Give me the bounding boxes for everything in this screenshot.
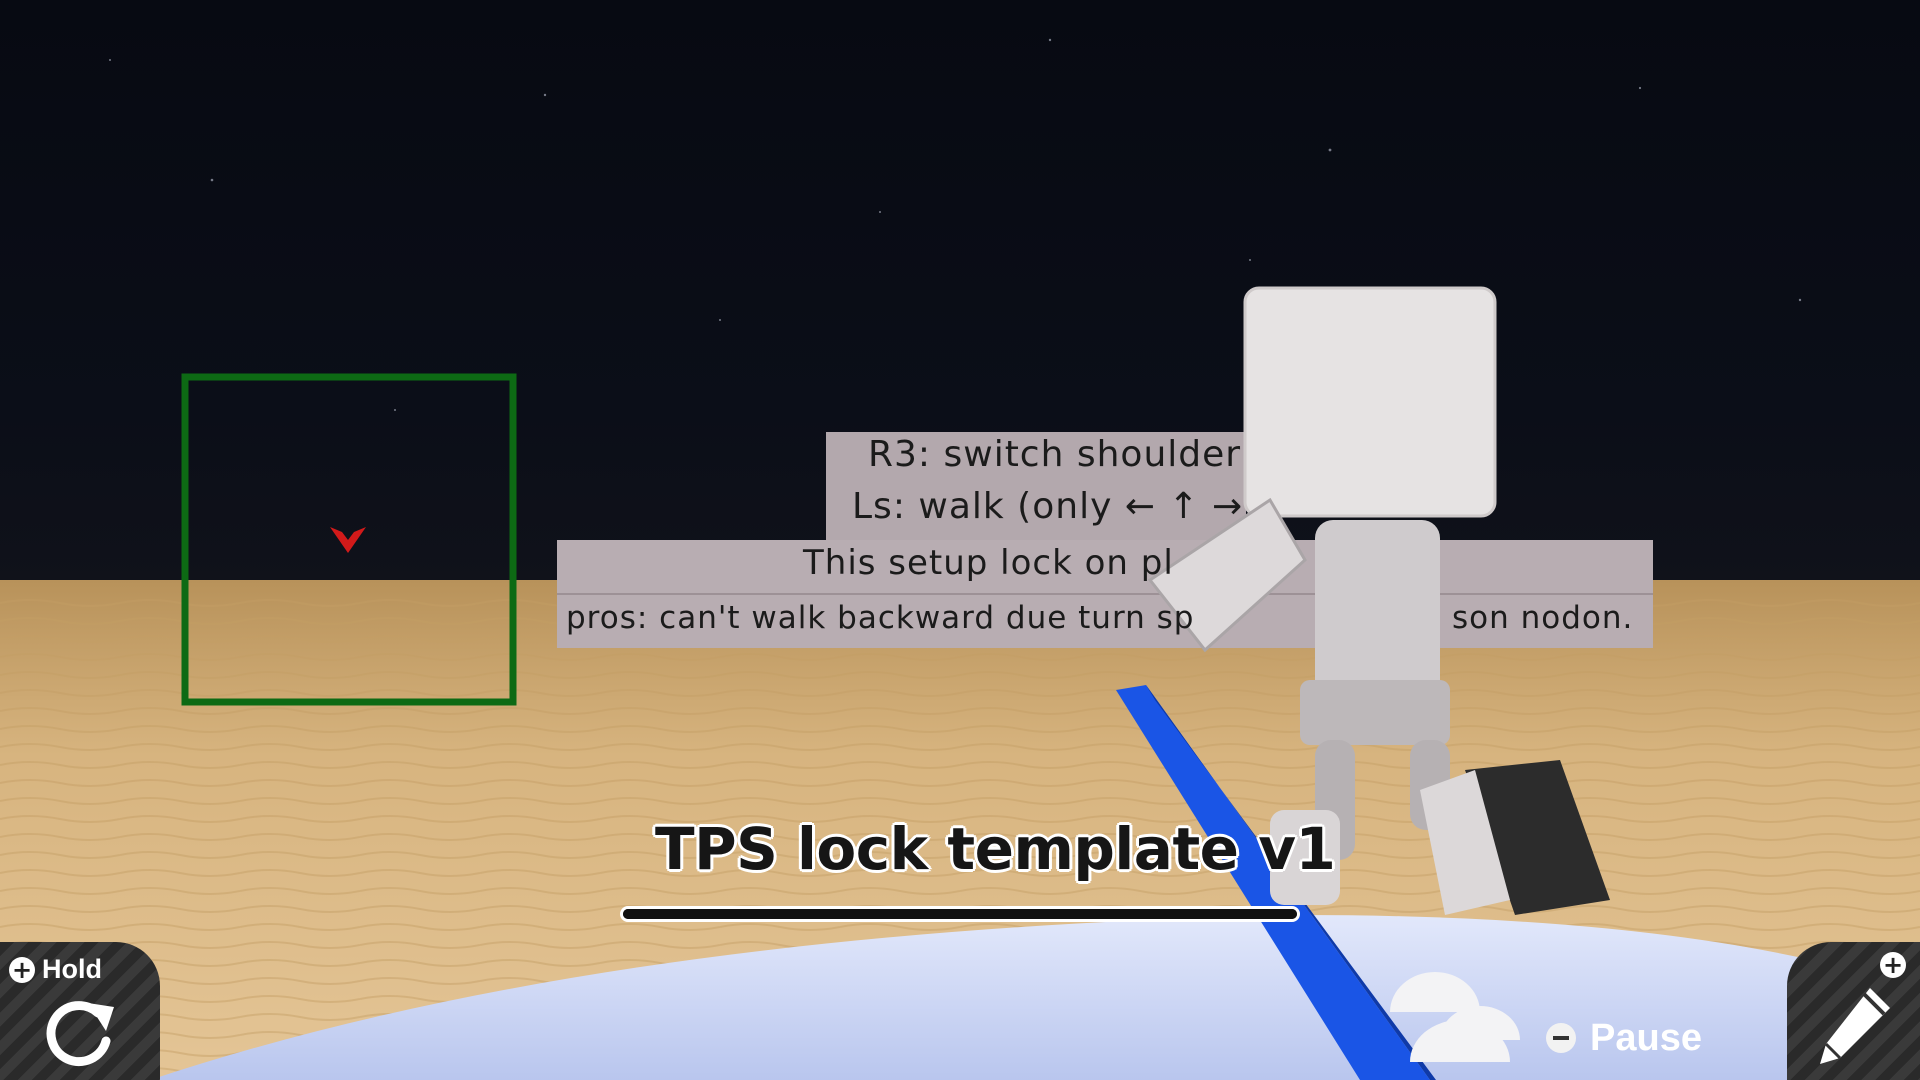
pencil-icon[interactable] xyxy=(1812,982,1896,1072)
reset-icon[interactable] xyxy=(38,995,122,1070)
hold-label: Hold xyxy=(42,954,102,984)
game-title: TPS lock template v1 xyxy=(655,815,1336,883)
sign-text-line-4: pros: can't walk backward due turn sp xyxy=(566,600,1195,636)
sign-text-line-3: This setup lock on pl xyxy=(803,543,1174,583)
sign-text-line-1: R3: switch shoulder xyxy=(868,434,1242,475)
pause-button[interactable]: Pause xyxy=(1546,1013,1702,1063)
plus-icon: + xyxy=(9,957,35,983)
loading-progress-bar xyxy=(620,906,1300,922)
pause-label: Pause xyxy=(1590,1016,1702,1059)
plus-icon: + xyxy=(1880,952,1906,978)
loading-progress-fill xyxy=(623,909,1297,919)
sign-text-line-2: Ls: walk (only ← ↑ → xyxy=(852,486,1244,527)
minus-icon xyxy=(1546,1023,1576,1053)
sign-text-line-4-tail: son nodon. xyxy=(1452,600,1634,636)
